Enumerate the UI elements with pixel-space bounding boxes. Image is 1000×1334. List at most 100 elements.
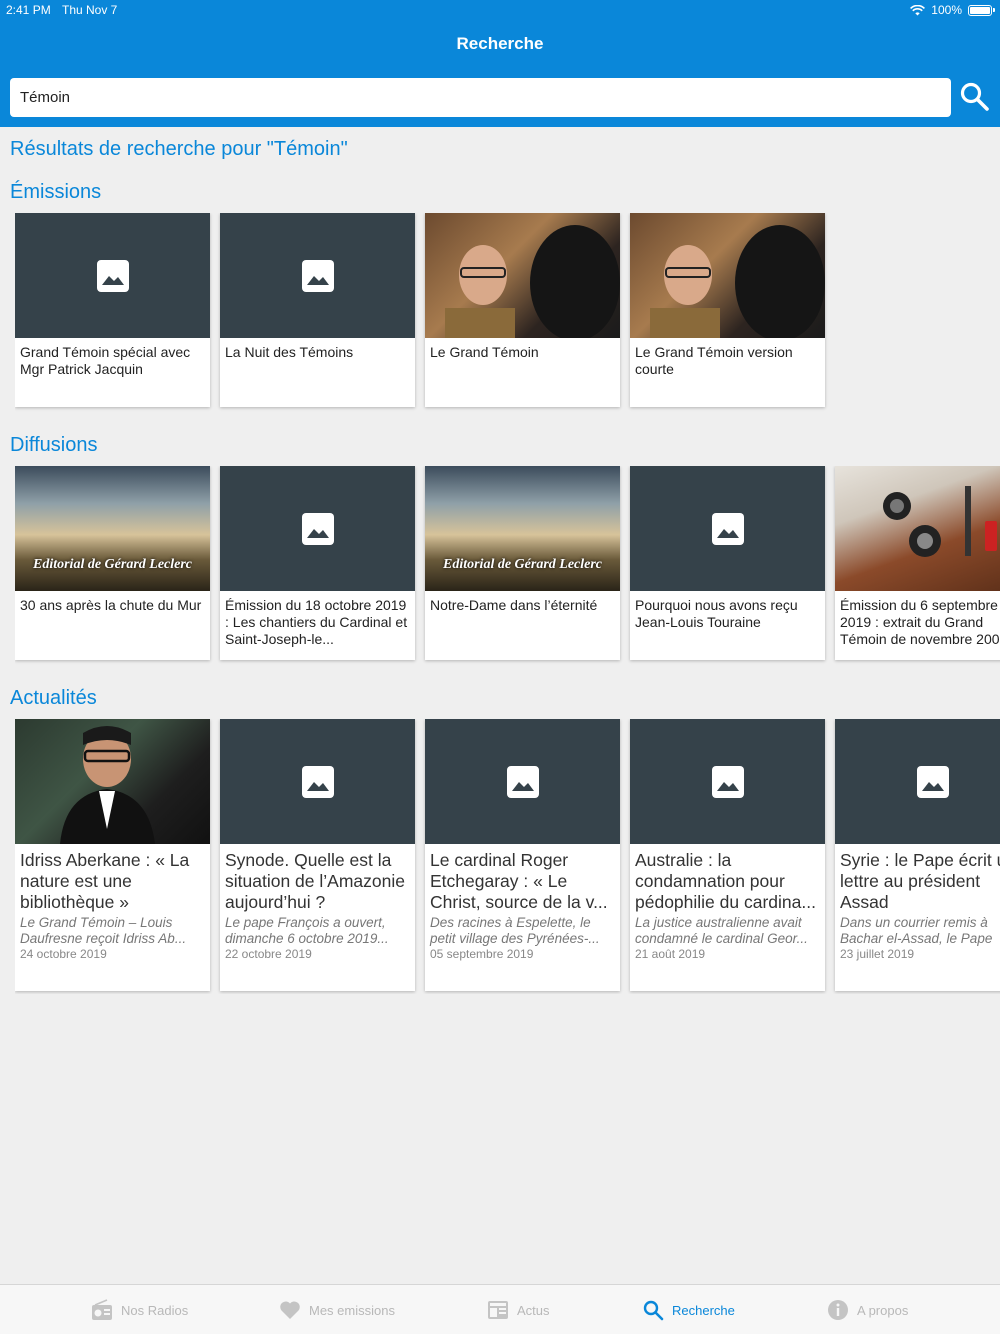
news-date: 21 août 2019 [635,947,706,961]
news-card[interactable]: Synode. Quelle est la situation de l’Ama… [220,719,415,991]
news-card[interactable]: Australie : la condamnation pour pédophi… [630,719,825,991]
diffusion-card[interactable]: Editorial de Gérard Leclerc Notre-Dame d… [425,466,620,660]
emission-card[interactable]: Grand Témoin spécial avec Mgr Patrick Ja… [15,213,210,407]
image-placeholder-icon [301,512,334,545]
tab-recherche[interactable]: Recherche [642,1299,735,1321]
news-date: 23 juillet 2019 [840,947,915,961]
card-image-photo: Editorial de Gérard Leclerc [425,466,620,591]
news-description: Dans un courrier remis à Bachar el-Assad… [840,915,993,946]
card-image-photo [630,213,825,338]
card-image-photo [15,719,210,844]
diffusion-card[interactable]: Pourquoi nous avons reçu Jean-Louis Tour… [630,466,825,660]
card-image-photo: Editorial de Gérard Leclerc [15,466,210,591]
card-image-placeholder [425,719,620,844]
emission-card[interactable]: La Nuit des Témoins [220,213,415,407]
microphone-photo [883,486,997,557]
card-title: Le Grand Témoin [430,344,539,360]
heart-icon [280,1301,300,1319]
news-title: Australie : la condamnation pour pédophi… [635,850,816,912]
emission-card[interactable]: Le Grand Témoin version courte [630,213,825,407]
battery-icon [968,4,995,16]
battery-percent: 100% [931,3,962,17]
tab-nos-radios[interactable]: Nos Radios [91,1299,188,1321]
card-image-photo [835,466,1000,591]
studio-photo [445,225,620,338]
news-title: Idriss Aberkane : « La nature est une bi… [20,850,190,912]
emission-card[interactable]: Le Grand Témoin [425,213,620,407]
image-overlay-text: Editorial de Gérard Leclerc [442,557,603,572]
search-input[interactable] [10,78,951,117]
radio-icon [92,1299,112,1320]
image-placeholder-icon [96,259,129,292]
news-card[interactable]: Syrie : le Pape écrit u lettre au présid… [835,719,1000,991]
news-description: Le pape François a ouvert, dimanche 6 oc… [225,915,389,946]
card-title: Émission du 18 octobre 2019 : Les chanti… [225,597,408,647]
card-image-placeholder [220,213,415,338]
tab-a-propos[interactable]: A propos [827,1299,908,1321]
card-title: Grand Témoin spécial avec Mgr Patrick Ja… [20,344,191,377]
emissions-row[interactable]: Grand Témoin spécial avec Mgr Patrick Ja… [15,213,1000,413]
diffusion-card[interactable]: Émission du 18 octobre 2019 : Les chanti… [220,466,415,660]
image-placeholder-icon [916,765,949,798]
card-image-placeholder [15,213,210,338]
tab-label: Mes emissions [309,1302,395,1318]
search-button[interactable] [958,80,992,114]
card-title: La Nuit des Témoins [225,344,354,360]
news-title: Syrie : le Pape écrit u lettre au présid… [840,850,1000,912]
results-title: Résultats de recherche pour "Témoin" [10,138,348,160]
search-icon [643,1300,664,1321]
page-title: Recherche [456,34,544,53]
tab-label: Actus [517,1302,550,1318]
section-title-actualites: Actualités [10,687,97,709]
news-description: Le Grand Témoin – Louis Daufresne reçoit… [20,915,187,946]
card-image-placeholder [220,719,415,844]
card-title: Le Grand Témoin version courte [635,344,793,377]
status-date: Thu Nov 7 [62,3,118,17]
tab-label: A propos [857,1302,909,1318]
news-card[interactable]: Le cardinal Roger Etchegaray : « Le Chri… [425,719,620,991]
diffusions-row[interactable]: Editorial de Gérard Leclerc 30 ans après… [15,466,1000,666]
search-icon [960,82,989,111]
diffusion-card[interactable]: Editorial de Gérard Leclerc 30 ans après… [15,466,210,660]
status-bar: 2:41 PM Thu Nov 7 100% [0,0,1000,20]
image-placeholder-icon [301,259,334,292]
info-icon [828,1300,848,1320]
actualites-row[interactable]: Idriss Aberkane : « La nature est une bi… [15,719,1000,994]
card-title: Émission du 6 septembre 2019 : extrait d… [840,597,1000,647]
news-description: La justice australienne avait condamné l… [635,915,808,946]
wifi-icon [910,4,926,15]
status-time: 2:41 PM [6,3,51,17]
status-right: 100% [910,3,995,17]
card-image-placeholder [630,466,825,591]
card-image-placeholder [835,719,1000,844]
card-title: 30 ans après la chute du Mur [20,597,202,613]
news-description: Des racines à Espelette, le petit villag… [430,915,600,946]
card-image-placeholder [220,466,415,591]
news-title: Synode. Quelle est la situation de l’Ama… [225,850,405,912]
image-placeholder-icon [301,765,334,798]
search-field[interactable] [10,78,951,117]
news-card[interactable]: Idriss Aberkane : « La nature est une bi… [15,719,210,991]
section-title-emissions: Émissions [10,181,102,203]
card-title: Notre-Dame dans l’éternité [430,597,598,613]
section-title-diffusions: Diffusions [10,434,98,456]
tab-mes-emissions[interactable]: Mes emissions [279,1299,395,1321]
tab-label: Nos Radios [121,1302,189,1318]
card-title: Pourquoi nous avons reçu Jean-Louis Tour… [635,597,798,630]
tab-actus[interactable]: Actus [487,1299,550,1321]
top-bar: 2:41 PM Thu Nov 7 100% Recherche [0,0,1000,127]
diffusion-card[interactable]: Émission du 6 septembre 2019 : extrait d… [835,466,1000,660]
news-date: 22 octobre 2019 [225,947,312,961]
studio-photo [650,225,825,338]
image-placeholder-icon [711,512,744,545]
speaker-photo [60,726,155,844]
tab-bar: Nos Radios Mes emissions Actus Recherche… [0,1284,1000,1334]
image-placeholder-icon [506,765,539,798]
news-icon [488,1301,508,1319]
card-image-photo [425,213,620,338]
news-date: 05 septembre 2019 [430,947,534,961]
card-image-placeholder [630,719,825,844]
image-placeholder-icon [711,765,744,798]
image-overlay-text: Editorial de Gérard Leclerc [32,557,193,572]
tab-label: Recherche [672,1302,735,1318]
